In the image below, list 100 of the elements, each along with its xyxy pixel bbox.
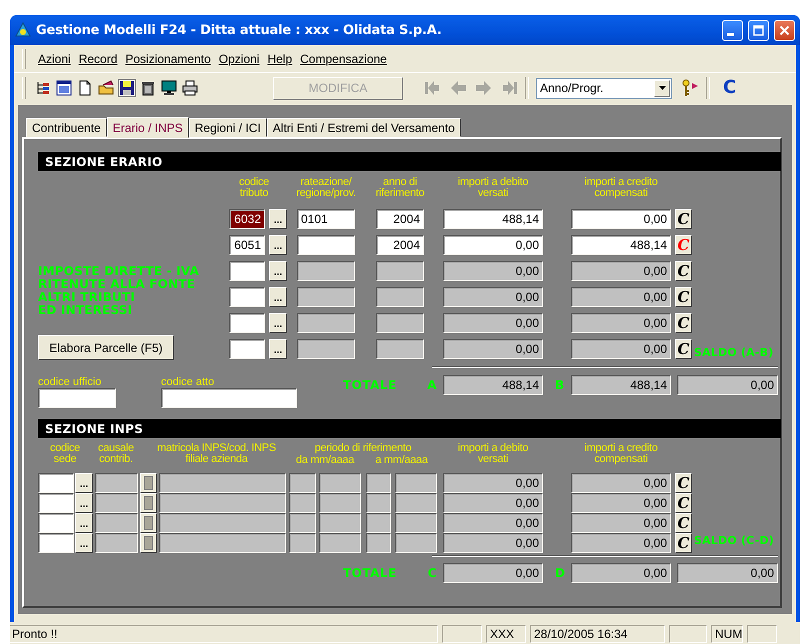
input-field[interactable] bbox=[395, 473, 437, 493]
minimize-button[interactable] bbox=[722, 20, 743, 40]
lookup-button[interactable]: ... bbox=[75, 493, 93, 513]
input-field[interactable] bbox=[289, 473, 316, 493]
input-field[interactable] bbox=[229, 261, 265, 281]
menu-item[interactable]: Compensazione bbox=[296, 50, 391, 68]
input-field[interactable]: 2004 bbox=[376, 235, 424, 255]
compensation-button[interactable]: C bbox=[675, 533, 692, 553]
input-field[interactable] bbox=[297, 287, 355, 307]
lookup-button[interactable]: ... bbox=[269, 287, 287, 307]
lookup-button[interactable]: ... bbox=[75, 473, 93, 493]
input-field[interactable] bbox=[319, 533, 361, 553]
input-field[interactable] bbox=[38, 388, 116, 408]
compensation-button[interactable]: C bbox=[723, 79, 736, 97]
tab[interactable]: Contribuente bbox=[26, 118, 107, 137]
monitor-icon[interactable] bbox=[161, 80, 177, 96]
save-icon[interactable] bbox=[119, 80, 135, 96]
compensation-button[interactable]: C bbox=[675, 493, 692, 513]
tab[interactable]: Regioni / ICI bbox=[188, 118, 267, 137]
input-field[interactable]: 0,00 bbox=[571, 493, 671, 513]
input-field[interactable] bbox=[297, 339, 355, 359]
lookup-button[interactable]: ... bbox=[75, 533, 93, 553]
input-field[interactable] bbox=[95, 513, 138, 533]
lookup-button[interactable]: ... bbox=[75, 513, 93, 533]
menu-item[interactable]: Opzioni bbox=[214, 50, 264, 68]
close-button[interactable] bbox=[774, 20, 795, 40]
tab[interactable]: Altri Enti / Estremi del Versamento bbox=[266, 118, 461, 137]
input-field[interactable] bbox=[376, 313, 424, 333]
input-field[interactable]: 0,00 bbox=[443, 513, 543, 533]
input-field[interactable]: 0,00 bbox=[443, 261, 543, 281]
input-field[interactable] bbox=[95, 493, 138, 513]
input-field[interactable] bbox=[366, 533, 391, 553]
input-field[interactable]: 0,00 bbox=[443, 287, 543, 307]
compensation-button[interactable]: C bbox=[675, 473, 692, 493]
compensation-button[interactable]: C bbox=[675, 287, 692, 307]
window-icon[interactable] bbox=[56, 80, 72, 96]
input-field[interactable] bbox=[319, 473, 361, 493]
tree-icon[interactable] bbox=[35, 80, 51, 96]
lookup-button[interactable]: ... bbox=[269, 339, 287, 359]
lookup-button[interactable]: ... bbox=[269, 313, 287, 333]
input-field[interactable]: 0,00 bbox=[571, 287, 671, 307]
input-field[interactable] bbox=[159, 473, 286, 493]
input-field[interactable] bbox=[159, 513, 286, 533]
input-field[interactable] bbox=[395, 533, 437, 553]
tab[interactable]: Erario / INPS bbox=[106, 117, 189, 138]
input-field[interactable] bbox=[297, 235, 355, 255]
lookup-button[interactable]: ... bbox=[269, 209, 287, 229]
input-field[interactable]: 2004 bbox=[376, 209, 424, 229]
input-field[interactable]: 0,00 bbox=[443, 473, 543, 493]
input-field[interactable]: 0,00 bbox=[571, 339, 671, 359]
menu-item[interactable]: Record bbox=[74, 50, 122, 68]
trash-icon[interactable] bbox=[140, 80, 156, 96]
lookup-button[interactable]: ... bbox=[269, 235, 287, 255]
input-field[interactable]: 0,00 bbox=[443, 339, 543, 359]
input-field[interactable] bbox=[376, 287, 424, 307]
compensation-button[interactable]: C bbox=[675, 513, 692, 533]
option-button[interactable] bbox=[140, 493, 157, 513]
input-field[interactable] bbox=[289, 533, 316, 553]
input-field[interactable] bbox=[297, 313, 355, 333]
option-button[interactable] bbox=[140, 513, 157, 533]
compensation-button[interactable]: C bbox=[675, 339, 692, 359]
menu-item[interactable]: Posizionamento bbox=[121, 50, 215, 68]
input-field[interactable]: 0101 bbox=[297, 209, 355, 229]
input-field[interactable] bbox=[159, 493, 286, 513]
printer-icon[interactable] bbox=[182, 80, 198, 96]
input-field[interactable] bbox=[159, 533, 286, 553]
input-field[interactable]: 0,00 bbox=[443, 235, 543, 255]
compensation-button[interactable]: C bbox=[675, 313, 692, 333]
input-field[interactable] bbox=[319, 513, 361, 533]
menu-item[interactable]: Azioni bbox=[34, 50, 75, 68]
input-field[interactable] bbox=[161, 388, 297, 408]
input-field[interactable]: 0,00 bbox=[443, 313, 543, 333]
input-field[interactable] bbox=[366, 473, 391, 493]
lookup-button[interactable]: ... bbox=[269, 261, 287, 281]
input-field[interactable]: 0,00 bbox=[571, 473, 671, 493]
input-field[interactable] bbox=[366, 493, 391, 513]
input-field[interactable]: 0,00 bbox=[571, 533, 671, 553]
input-field[interactable] bbox=[395, 493, 437, 513]
document-icon[interactable] bbox=[77, 80, 93, 96]
input-field[interactable] bbox=[95, 533, 138, 553]
input-field[interactable]: 6051 bbox=[229, 235, 265, 255]
key-icon[interactable] bbox=[681, 79, 699, 97]
input-field[interactable] bbox=[289, 493, 316, 513]
input-field[interactable] bbox=[229, 287, 265, 307]
compensation-button[interactable]: C bbox=[675, 209, 692, 229]
input-field[interactable] bbox=[38, 513, 74, 533]
input-field[interactable] bbox=[289, 513, 316, 533]
option-button[interactable] bbox=[140, 533, 157, 553]
input-field[interactable] bbox=[38, 533, 74, 553]
input-field[interactable] bbox=[38, 493, 74, 513]
input-field[interactable]: 488,14 bbox=[443, 209, 543, 229]
input-field[interactable] bbox=[319, 493, 361, 513]
input-field[interactable] bbox=[366, 513, 391, 533]
input-field[interactable] bbox=[297, 261, 355, 281]
input-field[interactable]: 0,00 bbox=[571, 513, 671, 533]
input-field[interactable] bbox=[229, 339, 265, 359]
menu-item[interactable]: Help bbox=[263, 50, 296, 68]
option-button[interactable] bbox=[140, 473, 157, 493]
input-field[interactable] bbox=[95, 473, 138, 493]
maximize-button[interactable] bbox=[748, 20, 769, 40]
